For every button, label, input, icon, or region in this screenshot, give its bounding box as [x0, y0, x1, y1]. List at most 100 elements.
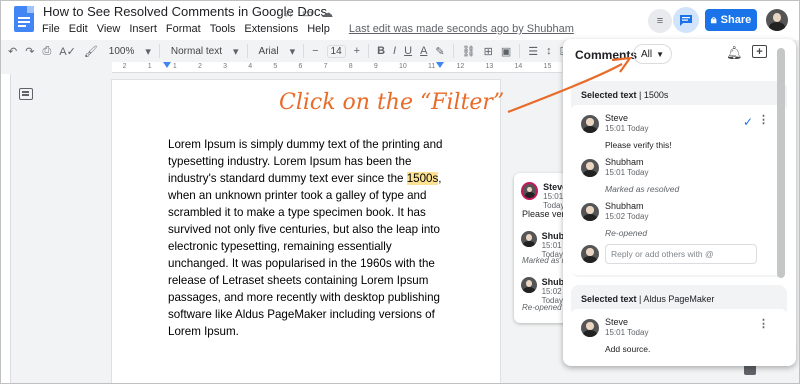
- add-comment-button[interactable]: +: [752, 45, 767, 58]
- cloud-status-icon[interactable]: ☁: [321, 6, 333, 20]
- meet-history-icon[interactable]: ≡: [648, 9, 672, 33]
- comment-meta: Re-opened: [522, 303, 562, 312]
- line-spacing-icon[interactable]: ↕: [546, 45, 552, 57]
- ruler-label: 5: [273, 63, 278, 70]
- ruler-label: 7: [323, 63, 328, 70]
- lock-icon: 🔒︎: [710, 13, 717, 26]
- share-button[interactable]: 🔒︎ Share: [705, 9, 757, 31]
- style-dropdown-icon[interactable]: ▾: [233, 45, 239, 58]
- comment-time: 15:01 Today: [605, 124, 649, 133]
- paint-format-icon[interactable]: 🖌︎: [84, 45, 98, 58]
- ruler-label: 2: [122, 63, 127, 70]
- avatar: [581, 319, 599, 337]
- ruler-label: 4: [248, 63, 253, 70]
- redo-icon[interactable]: ↷: [25, 45, 34, 58]
- notification-bell-icon[interactable]: 🔔︎: [726, 45, 743, 61]
- selected-text-label: Selected text: [581, 294, 637, 304]
- zoom-dropdown-icon[interactable]: ▾: [145, 45, 151, 58]
- docs-logo-icon[interactable]: [14, 6, 34, 32]
- horizontal-ruler[interactable]: 2 1 1 2 3 4 5 6 7 8 9 10 11 12 13 14 15: [112, 62, 562, 73]
- italic-icon[interactable]: I: [393, 45, 396, 57]
- underline-icon[interactable]: U: [404, 45, 412, 57]
- menu-view[interactable]: View: [97, 23, 121, 35]
- document-outline-icon[interactable]: [19, 88, 33, 100]
- reply-input[interactable]: Reply or add others with @: [605, 244, 757, 264]
- thread-body: Steve 15:01 Today Add source. ⋮: [571, 309, 787, 366]
- last-edit-link[interactable]: Last edit was made seconds ago by Shubha…: [349, 23, 574, 35]
- print-icon[interactable]: ⎙: [42, 45, 51, 58]
- selected-text-value: Aldus PageMaker: [643, 294, 715, 304]
- highlighted-text[interactable]: 1500s: [406, 172, 439, 185]
- comment-text: Add source.: [605, 344, 651, 354]
- ruler-label: 6: [298, 63, 303, 70]
- open-comments-button[interactable]: [673, 7, 699, 33]
- toolbar-divider: [303, 44, 305, 58]
- spellcheck-icon[interactable]: A✓: [59, 45, 76, 58]
- zoom-select[interactable]: 100%: [106, 46, 138, 57]
- comments-panel-title: Comments: [575, 48, 638, 62]
- document-body[interactable]: Lorem Ipsum is simply dummy text of the …: [168, 136, 448, 340]
- document-page[interactable]: Lorem Ipsum is simply dummy text of the …: [112, 80, 500, 384]
- more-options-icon[interactable]: ⋮: [758, 317, 769, 330]
- ruler-label: 3: [223, 63, 228, 70]
- more-options-icon[interactable]: ⋮: [758, 113, 769, 126]
- body-text: Lorem Ipsum is simply dummy text of the …: [168, 138, 443, 185]
- comment-author: Shubham: [605, 201, 644, 211]
- comment-author: Steve: [605, 113, 629, 123]
- align-icon[interactable]: ☰: [528, 45, 538, 58]
- selected-text-label: Selected text: [581, 90, 637, 100]
- plus-icon: +: [756, 45, 763, 58]
- comment-time: 15:01 Today: [605, 168, 649, 177]
- link-icon[interactable]: ⛓︎: [462, 45, 476, 58]
- menu-edit[interactable]: Edit: [69, 23, 88, 35]
- insert-image-icon[interactable]: ▣: [501, 45, 511, 58]
- comment-time: 15:02 Today: [605, 212, 649, 221]
- increase-font-size-icon[interactable]: +: [354, 45, 360, 57]
- comment-time: 15:01 Today: [605, 328, 649, 337]
- add-comment-icon[interactable]: ⊞: [484, 45, 493, 58]
- text-color-icon[interactable]: A: [420, 45, 427, 57]
- title-icons: ☆ ▭ ☁: [283, 6, 333, 20]
- font-dropdown-icon[interactable]: ▾: [290, 45, 296, 58]
- menu-tools[interactable]: Tools: [210, 23, 236, 35]
- comment-thread[interactable]: Selected text | Aldus PageMaker Steve 15…: [571, 285, 787, 366]
- ruler-label: 8: [348, 63, 353, 70]
- menu-file[interactable]: File: [42, 23, 60, 35]
- menu-help[interactable]: Help: [307, 23, 330, 35]
- thread-selected-text: Selected text | Aldus PageMaker: [581, 294, 714, 304]
- highlight-icon[interactable]: ✎: [435, 45, 444, 58]
- filter-value: All: [641, 48, 653, 60]
- menu-extensions[interactable]: Extensions: [244, 23, 298, 35]
- star-icon[interactable]: ☆: [283, 6, 294, 20]
- comments-panel: Comments All ▼ 🔔︎ + Selected text | 1500…: [563, 39, 796, 366]
- comments-scrollbar[interactable]: [777, 48, 785, 278]
- ruler-label: 15: [543, 63, 552, 70]
- font-size-input[interactable]: 14: [326, 44, 346, 58]
- avatar: [581, 159, 599, 177]
- style-select[interactable]: Normal text: [168, 46, 225, 57]
- selected-text-value: 1500s: [643, 90, 669, 100]
- toolbar-divider: [158, 44, 160, 58]
- thread-body: Steve 15:01 Today Please verify this! ✓ …: [571, 105, 787, 275]
- thread-selected-text: Selected text | 1500s: [581, 90, 668, 100]
- avatar: [521, 182, 539, 200]
- font-select[interactable]: Arial: [256, 46, 282, 57]
- resolve-check-icon[interactable]: ✓: [743, 115, 753, 129]
- tutorial-annotation: Click on the “Filter”: [279, 90, 505, 115]
- comment-thread[interactable]: Selected text | 1500s Steve 15:01 Today …: [571, 81, 787, 277]
- comment-filter-dropdown[interactable]: All ▼: [633, 44, 673, 64]
- bold-icon[interactable]: B: [377, 45, 385, 57]
- vertical-ruler[interactable]: [0, 74, 11, 384]
- decrease-font-size-icon[interactable]: −: [312, 45, 318, 57]
- share-label: Share: [720, 14, 752, 26]
- ruler-label: 11: [428, 63, 436, 70]
- move-folder-icon[interactable]: ▭: [302, 6, 313, 20]
- toolbar-divider: [368, 44, 370, 58]
- account-avatar[interactable]: [766, 9, 788, 31]
- undo-icon[interactable]: ↶: [8, 45, 17, 58]
- menu-insert[interactable]: Insert: [129, 23, 157, 35]
- avatar: [521, 277, 537, 293]
- comment-text: Please verify this!: [605, 140, 672, 150]
- ruler-label: 1: [172, 63, 177, 70]
- menu-format[interactable]: Format: [166, 23, 201, 35]
